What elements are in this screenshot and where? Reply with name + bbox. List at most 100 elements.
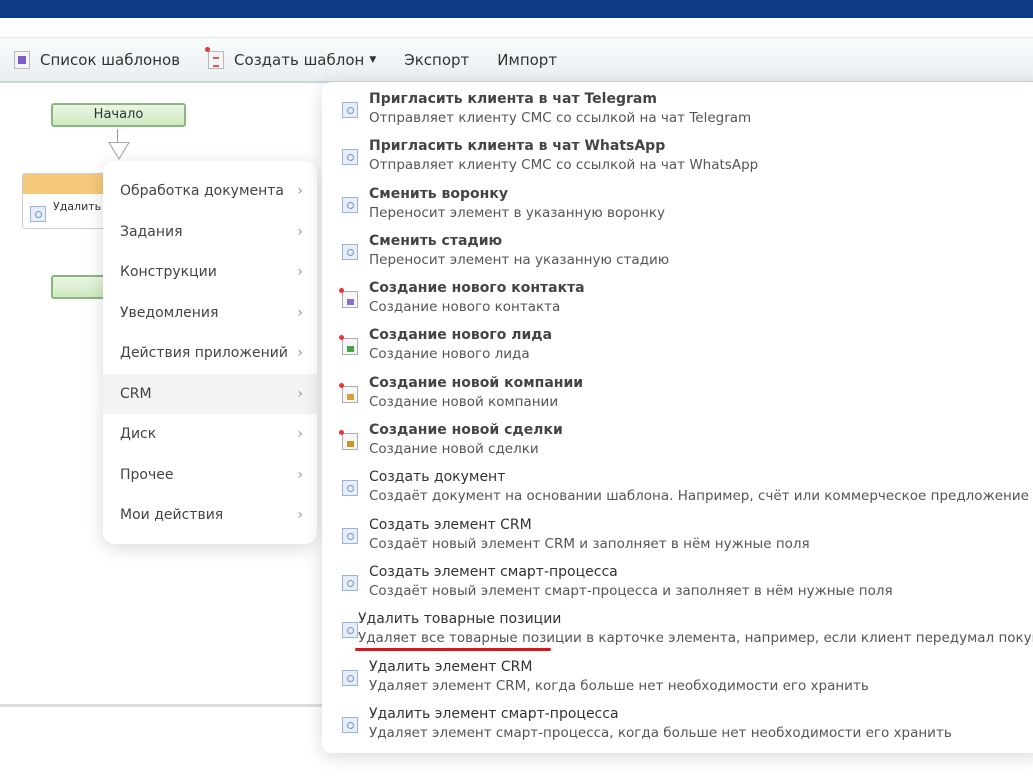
menu-item-title: Сменить воронку [369,185,508,202]
menu-item[interactable]: Сменить стадию Переносит элемент на указа… [322,232,1033,279]
new-contact-icon [339,288,358,309]
menu-item-title: Создание новой компании [369,374,584,391]
import-button[interactable]: Импорт [497,51,557,69]
highlight-underline [355,648,551,651]
menu-item-description: Удаляет элемент смарт-процесса, когда бо… [369,724,952,741]
menu-item-description: Переносит элемент на указанную стадию [369,251,670,268]
menu-item-description: Создание новой компании [369,393,559,410]
submenu-item[interactable]: Диск › [103,414,317,455]
menu-item-description: Создаёт документ на основании шаблона. Н… [369,488,1029,505]
new-lead-icon [339,335,358,356]
submenu-item[interactable]: Конструкции › [103,252,317,293]
import-label: Импорт [497,50,558,69]
submenu-item[interactable]: Задания › [103,212,317,253]
activity-icon [342,669,358,686]
chevron-right-icon: › [297,466,303,483]
activity-icon [30,206,46,222]
submenu-item-label: Конструкции [120,264,217,281]
submenu-item-label: CRM [120,385,152,402]
chevron-right-icon: › [297,345,303,362]
menu-item-title: Создать элемент CRM [369,516,532,533]
menu-item[interactable]: Создание нового контакта Создание нового … [322,279,1033,326]
menu-item-title: Создание новой сделки [369,422,563,439]
export-button[interactable]: Экспорт [404,51,469,69]
templates-list-button[interactable]: Список шаблонов [14,50,181,69]
menu-item[interactable]: Создать документ Создаёт документ на осно… [322,468,1033,515]
chevron-right-icon: › [297,304,303,321]
new-company-icon [339,382,358,403]
submenu-item-label: Мои действия [120,507,224,524]
start-node[interactable]: Начало [51,103,186,127]
menu-item-title: Пригласить клиента в чат Telegram [369,91,657,107]
menu-item[interactable]: Создание нового лида Создание нового лида [322,326,1033,373]
menu-item-title: Создать документ [369,469,506,486]
new-template-icon [205,46,225,69]
submenu-item[interactable]: Мои действия › [103,495,317,536]
activity-icon [342,102,358,118]
menu-item-description: Создание новой сделки [369,441,539,458]
menu-item[interactable]: Пригласить клиента в чат WhatsApp Отправл… [322,137,1033,184]
menu-item-description: Создание нового лида [369,346,530,363]
connector [117,129,118,143]
submenu-item[interactable]: CRM › [103,373,317,414]
submenu-item[interactable]: Уведомления › [103,293,317,334]
submenu-item-label: Обработка документа [120,183,285,200]
submenu-item-label: Диск [120,426,157,443]
menu-item-description: Переносит элемент в указанную воронку [369,204,666,221]
drop-arrow-icon[interactable] [108,142,130,160]
export-label: Экспорт [404,50,470,69]
menu-item-title: Пригласить клиента в чат WhatsApp [369,138,666,155]
chevron-right-icon: › [297,507,303,524]
submenu-item[interactable]: Обработка документа › [103,171,317,212]
submenu-item-label: Задания [120,223,183,240]
activity-icon [342,622,358,639]
caret-down-icon: ▼ [369,54,377,65]
activity-icon [342,480,358,497]
create-template-button[interactable]: Создать шаблон ▼ [205,46,377,69]
templates-list-label: Список шаблонов [40,50,181,69]
menu-item[interactable]: Удалить элемент смарт-процесса Удаляет эл… [322,705,1033,752]
menu-item[interactable]: Удалить элемент CRM Удаляет элемент CRM, … [322,658,1033,705]
menu-item[interactable]: Пригласить клиента в чат Telegram Отправл… [322,90,1033,137]
activity-icon [342,716,358,733]
category-submenu: Обработка документа › Задания › Конструкции ›… [103,161,317,544]
menu-item-description: Создаёт новый элемент CRM и заполняет в … [369,535,810,552]
activity-icon [342,574,358,591]
submenu-item-label: Действия приложений [120,345,288,362]
menu-item-title: Создание нового контакта [369,280,585,297]
menu-item-description: Отправляет клиенту СМС со ссылкой на чат… [369,157,759,174]
new-deal-icon [339,430,358,451]
menu-item[interactable]: Создать элемент CRM Создаёт новый элемент… [322,516,1033,563]
chevron-right-icon: › [297,183,303,200]
activity-icon [342,149,358,166]
menu-item-description: Создаёт новый элемент смарт-процесса и з… [369,582,893,599]
activity-icon [342,527,358,544]
submenu-item-label: Уведомления [120,304,219,321]
chevron-right-icon: › [297,426,303,443]
create-template-label: Создать шаблон [234,50,365,69]
chevron-right-icon: › [297,264,303,281]
menu-item-description: Отправляет клиенту СМС со ссылкой на чат… [369,110,752,126]
list-icon [14,50,30,69]
menu-item[interactable]: Создание новой сделки Создание новой сдел… [322,421,1033,468]
submenu-item[interactable]: Прочее › [103,455,317,496]
menu-item-title: Удалить элемент смарт-процесса [369,705,619,722]
menu-item-title: Удалить элемент CRM [369,658,533,675]
chevron-right-icon: › [297,385,303,402]
menu-item[interactable]: Создать элемент смарт-процесса Создаёт но… [322,563,1033,610]
menu-item[interactable]: Создание новой компании Создание новой ко… [322,374,1033,421]
activity-icon [342,196,358,213]
chevron-right-icon: › [297,223,303,240]
menu-item-description: Удаляет все товарные позиции в карточке … [358,630,1033,647]
activity-icon [342,243,358,260]
menu-item-description: Удаляет элемент CRM, когда больше нет не… [369,677,869,694]
portal-header [0,0,1033,18]
submenu-item-label: Прочее [120,466,174,483]
submenu-item[interactable]: Действия приложений › [103,333,317,374]
menu-item-title: Удалить товарные позиции [358,611,562,628]
menu-item-title: Создать элемент смарт-процесса [369,563,618,580]
menu-item-title: Создание нового лида [369,327,553,344]
menu-item-description: Создание нового контакта [369,299,561,316]
toolbar: Список шаблонов Создать шаблон ▼ Экспорт … [0,37,1033,83]
menu-item[interactable]: Сменить воронку Переносит элемент в указа… [322,185,1033,232]
